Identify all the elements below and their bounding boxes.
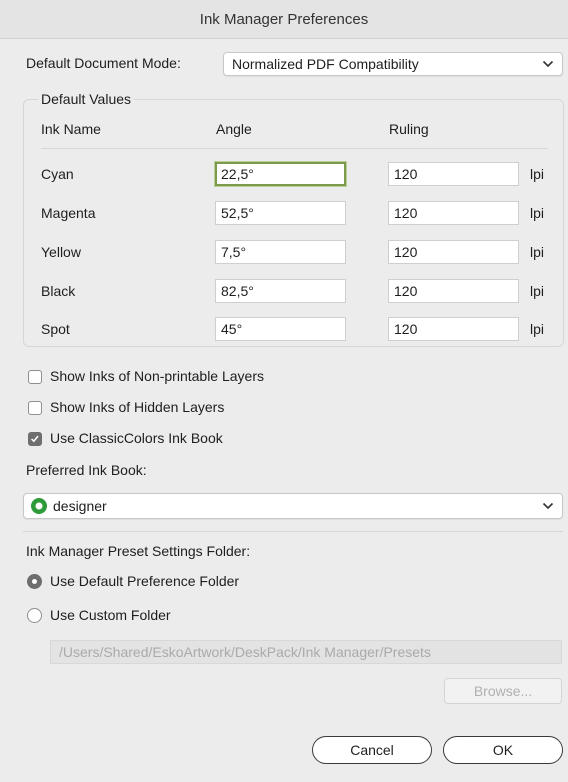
ink-name: Yellow — [41, 244, 81, 260]
lpi-unit: lpi — [530, 166, 545, 182]
ruling-input[interactable]: 120 — [388, 201, 519, 225]
custom-folder-path: /Users/Shared/EskoArtwork/DeskPack/Ink M… — [59, 644, 431, 660]
preset-folder-label: Ink Manager Preset Settings Folder: — [26, 543, 251, 559]
ruling-input[interactable]: 120 — [388, 240, 519, 264]
lpi-unit: lpi — [530, 321, 545, 337]
ink-name: Black — [41, 283, 76, 299]
document-mode-label: Default Document Mode: — [26, 55, 181, 71]
angle-input[interactable]: 82,5° — [215, 279, 346, 303]
cancel-button[interactable]: Cancel — [312, 736, 432, 764]
header-divider — [41, 148, 548, 149]
angle-input[interactable]: 7,5° — [215, 240, 346, 264]
use-classiccolors-label: Use ClassicColors Ink Book — [50, 430, 223, 446]
section-divider — [23, 531, 563, 532]
ink-name-header: Ink Name — [41, 121, 101, 137]
ok-button[interactable]: OK — [443, 736, 563, 764]
document-mode-value: Normalized PDF Compatibility — [232, 56, 419, 72]
use-classiccolors-checkbox[interactable] — [28, 432, 42, 446]
preferred-ink-book-select[interactable]: designer — [23, 493, 563, 519]
show-hidden-checkbox[interactable] — [28, 401, 42, 415]
use-default-folder-radio[interactable] — [27, 574, 42, 589]
use-custom-folder-radio[interactable] — [27, 608, 42, 623]
ruling-input[interactable]: 120 — [388, 317, 519, 341]
ruling-input[interactable]: 120 — [388, 279, 519, 303]
show-non-printable-checkbox[interactable] — [28, 370, 42, 384]
chevron-down-icon — [542, 60, 554, 68]
ruling-header: Ruling — [389, 121, 429, 137]
ink-name: Magenta — [41, 205, 96, 221]
preferred-ink-book-label: Preferred Ink Book: — [26, 462, 147, 478]
custom-folder-path-field: /Users/Shared/EskoArtwork/DeskPack/Ink M… — [50, 640, 562, 664]
ink-name: Cyan — [41, 166, 74, 182]
angle-input[interactable]: 45° — [215, 317, 346, 341]
use-custom-folder-label: Use Custom Folder — [50, 607, 171, 623]
chevron-down-icon — [542, 502, 554, 510]
ink-name: Spot — [41, 321, 70, 337]
default-values-title: Default Values — [38, 91, 135, 107]
browse-button[interactable]: Browse... — [444, 678, 562, 704]
lpi-unit: lpi — [530, 205, 545, 221]
lpi-unit: lpi — [530, 244, 545, 260]
show-non-printable-label: Show Inks of Non-printable Layers — [50, 368, 264, 384]
document-mode-select[interactable]: Normalized PDF Compatibility — [223, 52, 563, 76]
window-titlebar: Ink Manager Preferences — [0, 0, 568, 39]
angle-input[interactable]: 22,5° — [215, 162, 346, 186]
checkmark-icon — [31, 435, 39, 443]
lpi-unit: lpi — [530, 283, 545, 299]
angle-header: Angle — [216, 121, 252, 137]
preferred-ink-book-value: designer — [53, 498, 107, 514]
window-title: Ink Manager Preferences — [199, 10, 369, 28]
show-hidden-label: Show Inks of Hidden Layers — [50, 399, 225, 415]
ruling-input[interactable]: 120 — [388, 162, 519, 186]
designer-book-icon — [31, 498, 47, 514]
angle-input[interactable]: 52,5° — [215, 201, 346, 225]
use-default-folder-label: Use Default Preference Folder — [50, 573, 240, 589]
